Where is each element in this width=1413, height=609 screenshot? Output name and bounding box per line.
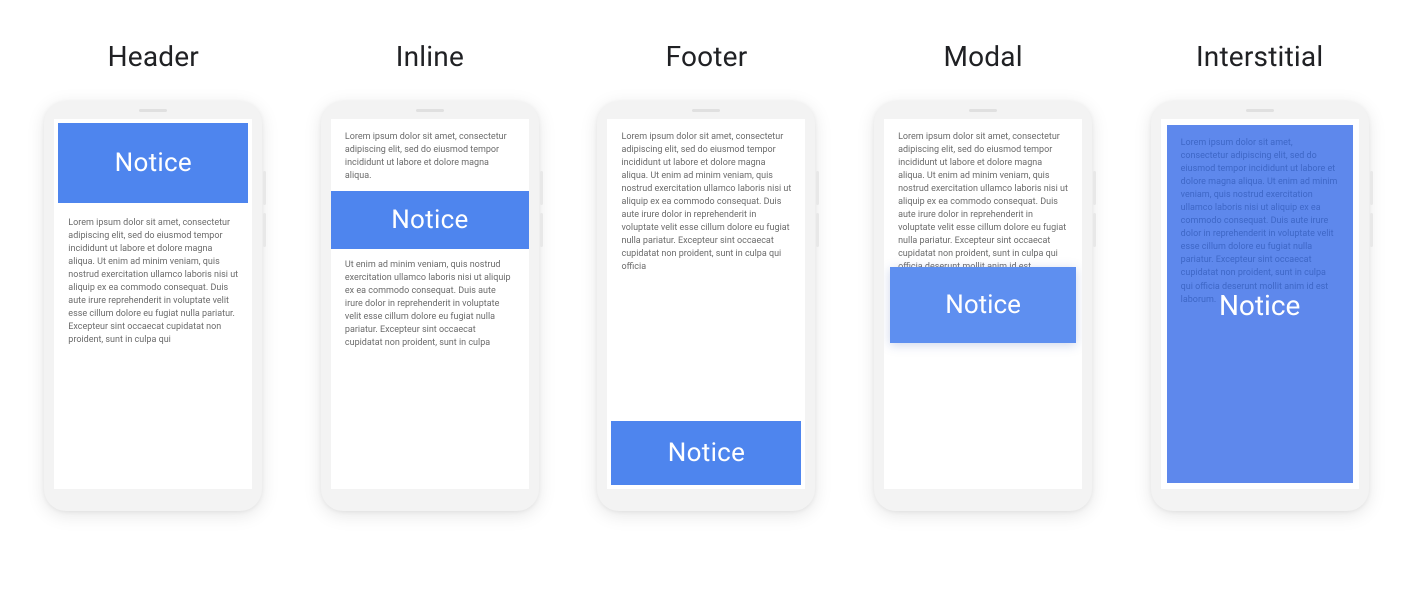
phone-screen: Lorem ipsum dolor sit amet, consectetur … [331, 119, 529, 489]
lorem-paragraph: Lorem ipsum dolor sit amet, consectetur … [1181, 137, 1339, 307]
lorem-paragraph: Ut enim ad minim veniam, quis nostrud ex… [345, 259, 515, 350]
label-inline: Inline [396, 40, 464, 73]
phone-screen: Lorem ipsum dolor sit amet, consectetur … [607, 119, 805, 489]
phone-screen: Lorem ipsum dolor sit amet, consectetur … [884, 119, 1082, 489]
label-header: Header [108, 40, 199, 73]
phone-mock-inline: Lorem ipsum dolor sit amet, consectetur … [321, 101, 539, 511]
body-text: Lorem ipsum dolor sit amet, consectetur … [54, 203, 252, 369]
col-inline: Inline Lorem ipsum dolor sit amet, conse… [300, 40, 560, 511]
lorem-paragraph: Lorem ipsum dolor sit amet, consectetur … [68, 217, 238, 347]
col-interstitial: Interstitial Lorem ipsum dolor sit amet,… [1130, 40, 1390, 511]
col-footer: Footer Lorem ipsum dolor sit amet, conse… [576, 40, 836, 511]
phone-mock-header: Notice Lorem ipsum dolor sit amet, conse… [44, 101, 262, 511]
phone-screen: Notice Lorem ipsum dolor sit amet, conse… [54, 119, 252, 489]
notice-banner-interstitial: Notice [1161, 289, 1359, 322]
label-modal: Modal [943, 40, 1022, 73]
phone-screen: Lorem ipsum dolor sit amet, consectetur … [1161, 119, 1359, 489]
placements-row: Header Notice Lorem ipsum dolor sit amet… [20, 40, 1393, 511]
lorem-paragraph: Lorem ipsum dolor sit amet, consectetur … [898, 131, 1068, 288]
notice-banner-modal: Notice [890, 267, 1076, 343]
phone-mock-interstitial: Lorem ipsum dolor sit amet, consectetur … [1151, 101, 1369, 511]
phone-mock-footer: Lorem ipsum dolor sit amet, consectetur … [597, 101, 815, 511]
body-text-top: Lorem ipsum dolor sit amet, consectetur … [331, 119, 529, 191]
notice-banner-header: Notice [58, 123, 248, 203]
lorem-paragraph: Lorem ipsum dolor sit amet, consectetur … [621, 131, 791, 275]
col-header: Header Notice Lorem ipsum dolor sit amet… [23, 40, 283, 511]
lorem-paragraph: Lorem ipsum dolor sit amet, consectetur … [345, 131, 515, 183]
label-interstitial: Interstitial [1196, 40, 1323, 73]
body-text: Lorem ipsum dolor sit amet, consectetur … [607, 119, 805, 421]
label-footer: Footer [666, 40, 748, 73]
col-modal: Modal Lorem ipsum dolor sit amet, consec… [853, 40, 1113, 511]
notice-banner-footer: Notice [611, 421, 801, 485]
body-text-bottom: Ut enim ad minim veniam, quis nostrud ex… [331, 249, 529, 372]
phone-mock-modal: Lorem ipsum dolor sit amet, consectetur … [874, 101, 1092, 511]
notice-banner-inline: Notice [331, 191, 529, 249]
